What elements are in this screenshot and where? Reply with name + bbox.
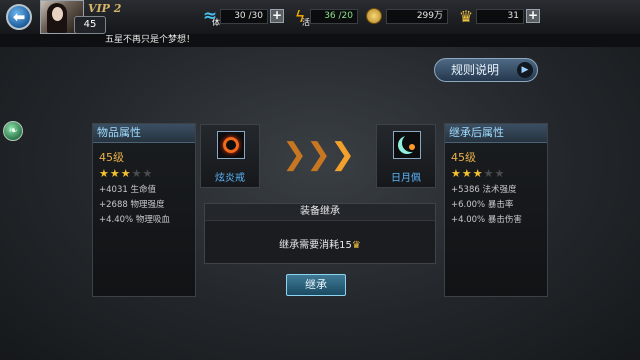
inherited-stat-2: +6.00% 暴击率: [451, 200, 514, 210]
star-filled-icon: ★: [99, 167, 110, 180]
star-empty-icon: ★: [483, 167, 495, 180]
rules-button[interactable]: 规则说明 ▶: [434, 58, 538, 82]
rules-button-label: 规则说明: [451, 63, 500, 77]
gold-ingot-icon: ♛: [458, 6, 474, 26]
star-filled-icon: ★: [109, 167, 121, 180]
energy-add-button[interactable]: +: [270, 9, 284, 23]
star-empty-icon: ★: [494, 167, 506, 180]
star-filled-icon: ★: [461, 167, 473, 180]
target-item-slot[interactable]: 日月佩: [376, 124, 436, 188]
sun-dot: [409, 144, 415, 150]
item-attributes-panel: 物品属性 45级 ★★★★★ +4031 生命值 +2688 物理强度 +4.4…: [92, 123, 196, 297]
announcement-bar: 五星不再只是个梦想！: [0, 34, 640, 47]
source-item-name: 炫炎戒: [215, 173, 245, 184]
inherited-stat-3: +4.00% 暴击伤害: [451, 215, 522, 225]
back-arrow-icon: ⬅: [12, 8, 26, 26]
inherited-stat-1: +5386 法术强度: [451, 185, 517, 195]
star-filled-icon: ★: [120, 167, 132, 180]
fire-ring-icon: [223, 137, 239, 153]
chevron-right-icon: ❯: [306, 137, 332, 172]
inherit-section-title: 装备继承: [205, 204, 435, 221]
energy-label: 体: [212, 18, 220, 27]
inherit-cost: 继承需要消耗15♛: [205, 236, 435, 251]
item-stat-2: +2688 物理强度: [99, 200, 165, 210]
gold-add-button[interactable]: +: [526, 9, 540, 23]
item-stat-3: +4.40% 物理吸血: [99, 215, 170, 225]
coins-value: 299万: [386, 9, 448, 24]
source-item-frame: [217, 131, 245, 159]
chevron-right-icon: ❯: [330, 137, 356, 172]
energy-resource: ≈ 体 30 /30 +: [200, 6, 284, 27]
inherit-button[interactable]: 继承: [286, 274, 346, 296]
inherit-section: 装备继承 继承需要消耗15♛: [204, 203, 436, 264]
item-attributes-title: 物品属性: [93, 124, 195, 143]
energy-value: 30 /30: [220, 9, 268, 24]
vitality-value: 36 /20: [310, 9, 358, 24]
star-empty-icon: ★: [142, 167, 154, 180]
star-filled-icon: ★: [472, 167, 484, 180]
top-bar: ⬅ VIP 2 45 ≈ 体 30 /30 + ϟ 活 36 /20 299万 …: [0, 0, 640, 35]
back-button[interactable]: ⬅: [6, 4, 32, 30]
avatar-face: [52, 7, 63, 21]
star-empty-icon: ★: [131, 167, 143, 180]
target-item-frame: [393, 131, 421, 159]
inherited-star-rating: ★★★★★: [451, 167, 547, 180]
play-arrow-icon: ▶: [517, 62, 533, 78]
target-item-name: 日月佩: [391, 173, 421, 184]
coin-icon: [366, 8, 382, 24]
source-item-slot[interactable]: 炫炎戒: [200, 124, 260, 188]
item-level: 45级: [99, 151, 124, 164]
side-shortcut-icon[interactable]: ❧: [3, 121, 23, 141]
item-star-rating: ★★★★★: [99, 167, 195, 180]
gold-value: 31: [476, 9, 524, 24]
inherited-attributes-panel: 继承后属性 45级 ★★★★★ +5386 法术强度 +6.00% 暴击率 +4…: [444, 123, 548, 297]
vitality-resource: ϟ 活 36 /20: [290, 6, 360, 27]
item-stat-1: +4031 生命值: [99, 185, 156, 195]
vitality-label: 活: [302, 18, 310, 27]
inherited-attributes-title: 继承后属性: [445, 124, 547, 143]
gold-ingot-icon: ♛: [351, 240, 361, 251]
star-filled-icon: ★: [451, 167, 462, 180]
announcement-text: 五星不再只是个梦想！: [105, 35, 196, 45]
inherit-cost-text: 继承需要消耗15: [279, 240, 352, 251]
coins-resource: 299万: [366, 6, 452, 26]
vip-label: VIP 2: [88, 2, 122, 15]
chevron-right-icon: ❯: [282, 137, 308, 172]
player-level-badge: 45: [74, 16, 106, 34]
gold-resource: ♛ 31 +: [456, 6, 540, 26]
inherited-level: 45级: [451, 151, 476, 164]
